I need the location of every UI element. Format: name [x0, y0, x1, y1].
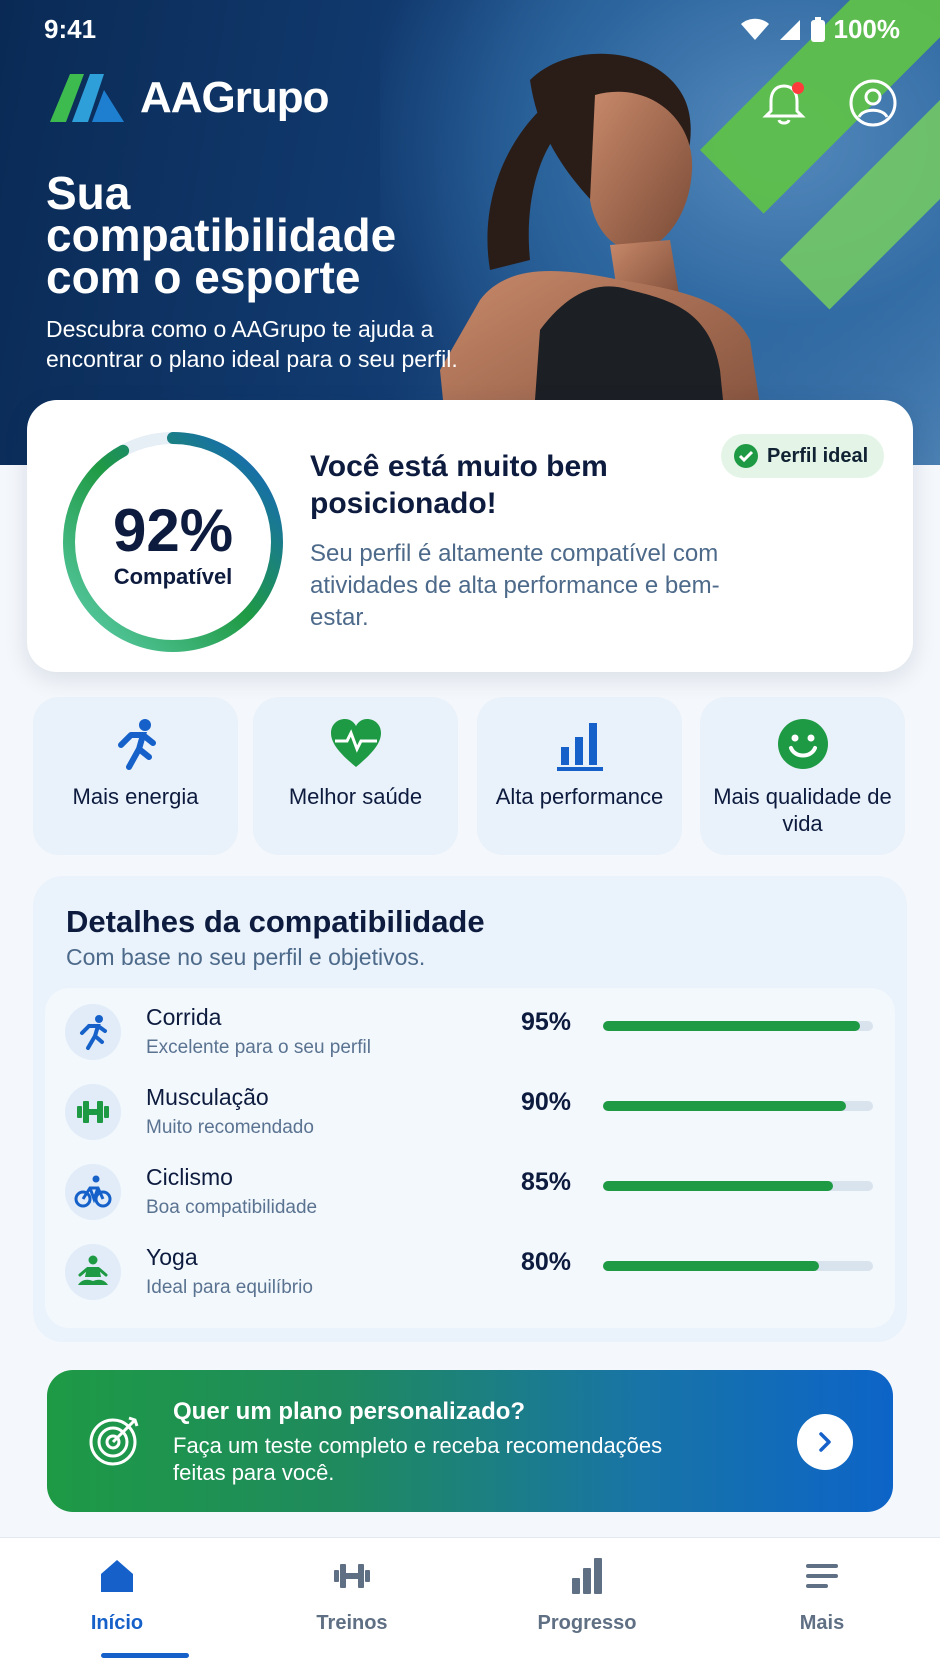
sport-name: Ciclismo — [146, 1164, 233, 1190]
running-icon — [118, 719, 156, 770]
status-icons: 100% — [740, 14, 901, 45]
personalized-plan-banner[interactable]: Quer um plano personalizado? Faça um tes… — [47, 1370, 893, 1512]
sport-percentage: 80% — [520, 1248, 571, 1276]
score-title: Você está muito bem posicionado! — [310, 450, 608, 520]
notification-bell-icon[interactable] — [760, 80, 808, 128]
nav-item-treinos[interactable]: Treinos — [262, 1556, 442, 1656]
sport-description: Ideal para equilíbrio — [146, 1277, 313, 1298]
nav-label: Treinos — [316, 1612, 388, 1634]
benefit-card-energy[interactable]: Mais energia — [33, 697, 238, 855]
benefit-label: Alta performance — [495, 784, 664, 809]
wifi-icon — [740, 18, 769, 40]
brand-logo[interactable]: AAGrupo — [48, 72, 330, 124]
cta-text: Faça um teste completo e receba recomend… — [173, 1433, 663, 1485]
profile-badge-label: Perfil ideal — [767, 444, 869, 467]
details-list: Corrida Excelente para o seu perfil 95% … — [45, 988, 895, 1328]
compatibility-details-section: Detalhes da compatibilidade Com base no … — [33, 876, 907, 1342]
progress-fill — [603, 1101, 846, 1111]
nav-item-inicio[interactable]: Início — [27, 1556, 207, 1658]
bar-chart-icon — [557, 723, 603, 771]
benefit-card-quality[interactable]: Mais qualidade de vida — [700, 697, 905, 855]
compatibility-score-value: 92% — [112, 497, 234, 564]
status-bar: 9:41 100% — [0, 0, 940, 56]
sport-description: Boa compatibilidade — [146, 1197, 318, 1218]
sport-percentage: 95% — [520, 1008, 571, 1036]
aagrupo-logo-icon — [50, 74, 124, 122]
hero-subtitle: Descubra como o AAGrupo te ajuda a encon… — [46, 316, 458, 372]
progress-track — [603, 1021, 873, 1031]
sport-name: Corrida — [146, 1004, 222, 1030]
details-title: Detalhes da compatibilidade — [66, 904, 485, 939]
target-icon — [89, 1416, 139, 1466]
nav-label: Início — [90, 1612, 144, 1634]
row-icon-wrap — [65, 1164, 121, 1220]
compatibility-score-card: 92% Compatível Você está muito bem posic… — [27, 400, 913, 672]
list-item-ciclismo[interactable]: Ciclismo Boa compatibilidade 85% — [45, 1154, 895, 1234]
row-icon-wrap — [65, 1244, 121, 1300]
list-item-musculacao[interactable]: Musculação Muito recomendado 90% — [45, 1074, 895, 1154]
sport-percentage: 90% — [520, 1088, 571, 1116]
progress-fill — [603, 1181, 833, 1191]
battery-level: 100% — [833, 14, 901, 44]
status-time: 9:41 — [44, 14, 97, 44]
cta-title: Quer um plano personalizado? — [173, 1398, 526, 1425]
menu-icon — [806, 1564, 838, 1588]
check-circle-icon — [734, 444, 758, 468]
nav-item-mais[interactable]: Mais — [732, 1556, 912, 1656]
nav-item-progresso[interactable]: Progresso — [497, 1556, 677, 1656]
hero-title: Sua compatibilidade com o esporte — [46, 167, 397, 303]
bike-icon — [74, 1175, 112, 1208]
details-subtitle: Com base no seu perfil e objetivos. — [66, 944, 426, 970]
brand-name: AAGrupo — [140, 73, 330, 122]
benefit-label: Melhor saúde — [288, 784, 423, 809]
home-icon — [101, 1560, 133, 1592]
progress-track — [603, 1181, 873, 1191]
smile-icon — [778, 719, 828, 769]
battery-icon — [810, 16, 825, 42]
dumbbell-icon — [334, 1564, 370, 1588]
chevron-right-icon — [819, 1432, 831, 1452]
benefit-label: Mais qualidade de vida — [713, 784, 892, 836]
nav-label: Mais — [799, 1612, 845, 1634]
yoga-icon — [78, 1255, 108, 1285]
nav-active-indicator — [101, 1653, 189, 1658]
progress-track — [603, 1101, 873, 1111]
progress-track — [603, 1261, 873, 1271]
progress-fill — [603, 1261, 819, 1271]
benefit-card-health[interactable]: Melhor saúde — [253, 697, 458, 855]
dumbbell-icon — [77, 1101, 109, 1123]
profile-avatar-icon[interactable] — [848, 78, 898, 128]
sport-description: Excelente para o seu perfil — [146, 1037, 371, 1058]
heart-pulse-icon — [331, 719, 381, 767]
sport-name: Yoga — [146, 1244, 198, 1270]
row-icon-wrap — [65, 1004, 121, 1060]
sport-description: Muito recomendado — [146, 1117, 314, 1138]
sport-name: Musculação — [146, 1084, 269, 1110]
list-item-corrida[interactable]: Corrida Excelente para o seu perfil 95% — [45, 994, 895, 1074]
bottom-navigation: Início Treinos Progresso Mais — [0, 1537, 940, 1672]
sport-percentage: 85% — [520, 1168, 571, 1196]
progress-fill — [603, 1021, 860, 1031]
score-description: Seu perfil é altamente compatível com at… — [310, 540, 720, 631]
row-icon-wrap — [65, 1084, 121, 1140]
signal-icon — [779, 19, 800, 40]
profile-badge: Perfil ideal — [721, 434, 885, 478]
benefit-label: Mais energia — [72, 784, 199, 809]
cta-arrow-button[interactable] — [797, 1414, 853, 1470]
nav-label: Progresso — [537, 1612, 637, 1634]
list-item-yoga[interactable]: Yoga Ideal para equilíbrio 80% — [45, 1234, 895, 1314]
benefit-card-performance[interactable]: Alta performance — [477, 697, 682, 855]
hero-banner: 9:41 100% AAGrupo Sua compatibilidade co… — [0, 0, 940, 465]
running-icon — [80, 1015, 107, 1050]
compatibility-score-label: Compatível — [113, 564, 233, 589]
bar-chart-icon — [572, 1558, 602, 1594]
